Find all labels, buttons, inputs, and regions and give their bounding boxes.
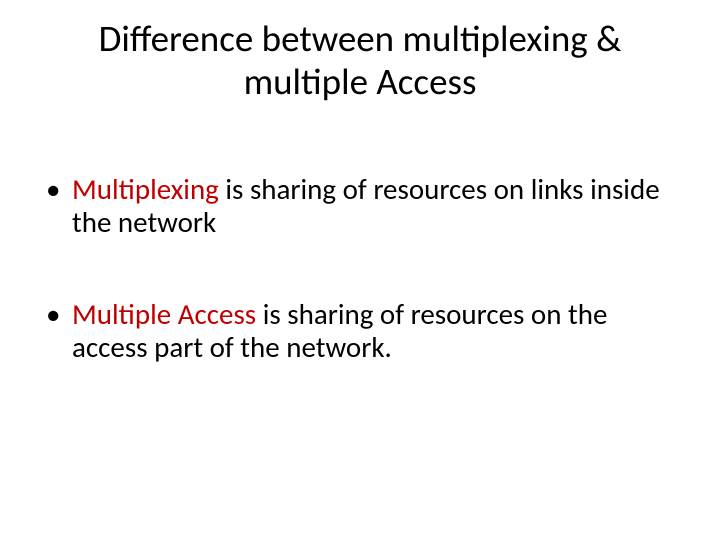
term-highlight: Multiplexing <box>72 171 219 207</box>
bullet-list: Multiplexing is sharing of resources on … <box>40 173 680 364</box>
slide-body: Multiplexing is sharing of resources on … <box>40 173 680 364</box>
list-item: Multiplexing is sharing of resources on … <box>40 173 680 240</box>
slide: Difference between multiplexing & multip… <box>0 0 720 540</box>
list-item: Multiple Access is sharing of resources … <box>40 298 680 365</box>
term-highlight: Multiple Access <box>72 296 256 332</box>
slide-title: Difference between multiplexing & multip… <box>40 18 680 103</box>
